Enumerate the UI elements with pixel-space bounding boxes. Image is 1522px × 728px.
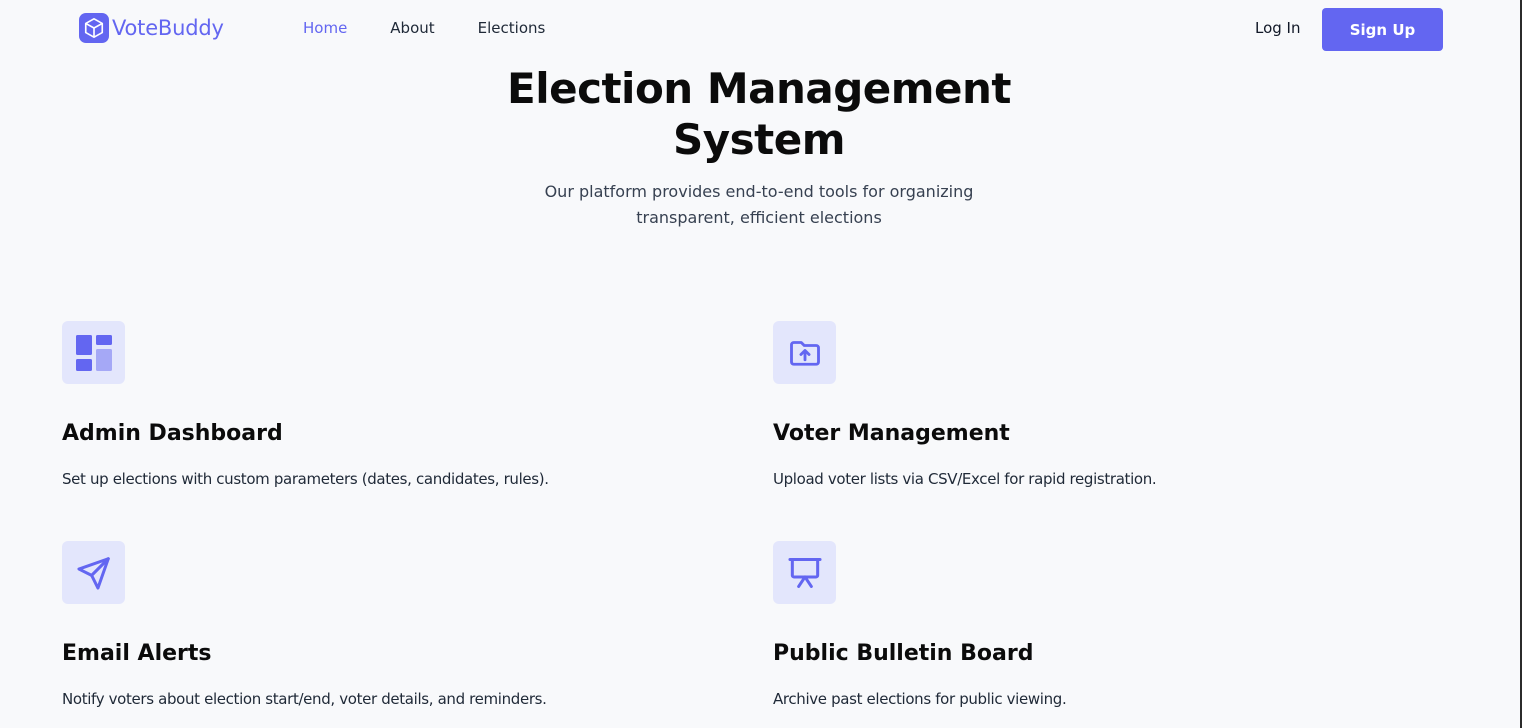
feature-description: Notify voters about election start/end, …: [62, 690, 547, 708]
folder-upload-icon: [773, 321, 836, 384]
nav-link-elections[interactable]: Elections: [478, 19, 546, 37]
feature-title: Public Bulletin Board: [773, 641, 1034, 666]
hero-subtitle-line-2: transparent, efficient elections: [636, 208, 882, 227]
brand-name: VoteBuddy: [112, 16, 224, 40]
feature-card-admin-dashboard: Admin Dashboard Set up elections with cu…: [62, 321, 742, 488]
feature-card-public-bulletin-board: Public Bulletin Board Archive past elect…: [773, 541, 1453, 708]
feature-card-voter-management: Voter Management Upload voter lists via …: [773, 321, 1453, 488]
feature-card-email-alerts: Email Alerts Notify voters about electio…: [62, 541, 742, 708]
page: VoteBuddy Home About Elections Log In Si…: [0, 0, 1522, 728]
hero-subtitle: Our platform provides end-to-end tools f…: [520, 179, 998, 231]
brand-logo-link[interactable]: VoteBuddy: [79, 13, 224, 43]
nav-link-home[interactable]: Home: [303, 19, 347, 37]
dashboard-icon: [62, 321, 125, 384]
navbar: VoteBuddy Home About Elections Log In Si…: [0, 0, 1520, 58]
presentation-board-icon: [773, 541, 836, 604]
cube-icon: [79, 13, 109, 43]
nav-link-about[interactable]: About: [390, 19, 434, 37]
paper-plane-icon: [62, 541, 125, 604]
feature-title: Voter Management: [773, 421, 1010, 446]
signup-button[interactable]: Sign Up: [1322, 8, 1443, 51]
nav-links: Home About Elections: [303, 19, 588, 37]
feature-title: Email Alerts: [62, 641, 212, 666]
page-title: Election Management System: [460, 63, 1058, 165]
feature-title: Admin Dashboard: [62, 421, 283, 446]
hero-subtitle-line-1: Our platform provides end-to-end tools f…: [544, 182, 974, 201]
feature-description: Set up elections with custom parameters …: [62, 470, 549, 488]
page-title-line-2: System: [673, 115, 845, 164]
page-title-line-1: Election Management: [507, 64, 1011, 113]
login-link[interactable]: Log In: [1255, 19, 1301, 37]
feature-description: Archive past elections for public viewin…: [773, 690, 1067, 708]
feature-description: Upload voter lists via CSV/Excel for rap…: [773, 470, 1157, 488]
